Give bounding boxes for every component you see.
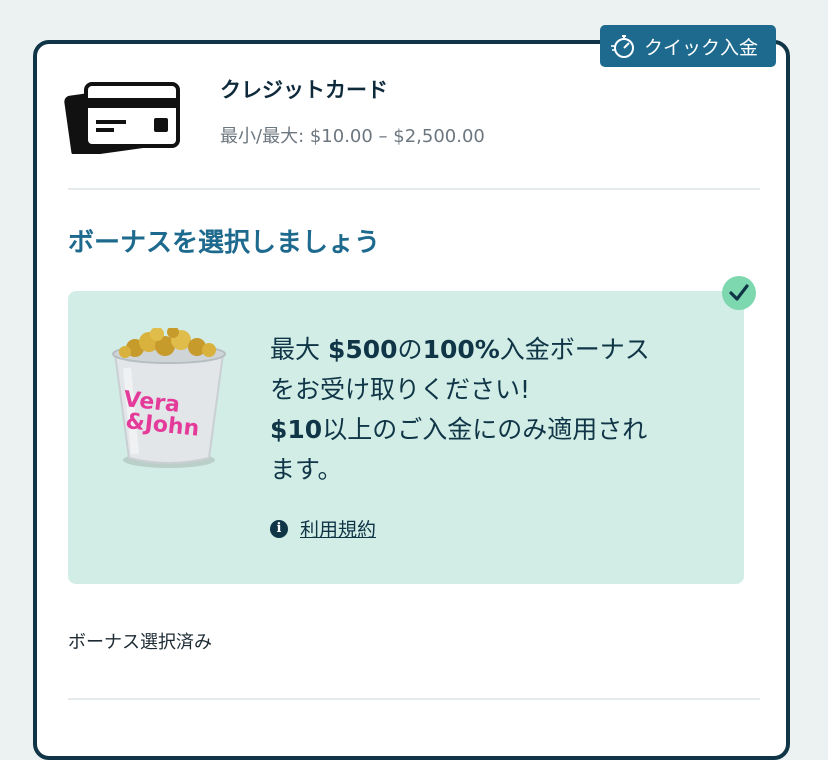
bonus-heading: ボーナスを選択しましょう — [68, 228, 381, 258]
payment-method-title: クレジットカード — [220, 78, 388, 102]
quick-deposit-label: クイック入金 — [644, 36, 759, 59]
divider — [68, 698, 760, 700]
terms-link-label[interactable]: 利用規約 — [300, 515, 376, 542]
offer-text-prefix: 最大 — [270, 335, 328, 364]
quick-deposit-badge: クイック入金 — [600, 25, 776, 67]
stopwatch-icon — [611, 35, 634, 58]
offer-percentage: 100% — [422, 335, 500, 364]
divider — [68, 188, 760, 190]
bonus-bucket-image: Vera &John — [112, 328, 226, 468]
offer-text-condition: 以上のご入金にのみ適用され — [322, 415, 648, 444]
offer-text-receive: をお受け取りください! — [270, 375, 531, 404]
info-icon: i — [270, 519, 288, 538]
offer-text-end: ます。 — [270, 455, 343, 484]
bonus-offer-description: 最大 $500の100%入金ボーナス をお受け取りください! $10以上のご入金… — [270, 330, 710, 490]
payment-limits: 最小/最大: $10.00 – $2,500.00 — [220, 126, 485, 147]
selected-check-icon — [722, 276, 756, 310]
terms-link[interactable]: i 利用規約 — [270, 515, 376, 542]
bonus-selected-status: ボーナス選択済み — [68, 632, 212, 653]
credit-card-icon — [64, 82, 180, 154]
offer-max-amount: $500 — [327, 335, 398, 364]
offer-min-deposit: $10 — [270, 415, 323, 444]
offer-text-bonus: 入金ボーナス — [499, 335, 650, 364]
offer-text-connector: の — [397, 335, 423, 364]
